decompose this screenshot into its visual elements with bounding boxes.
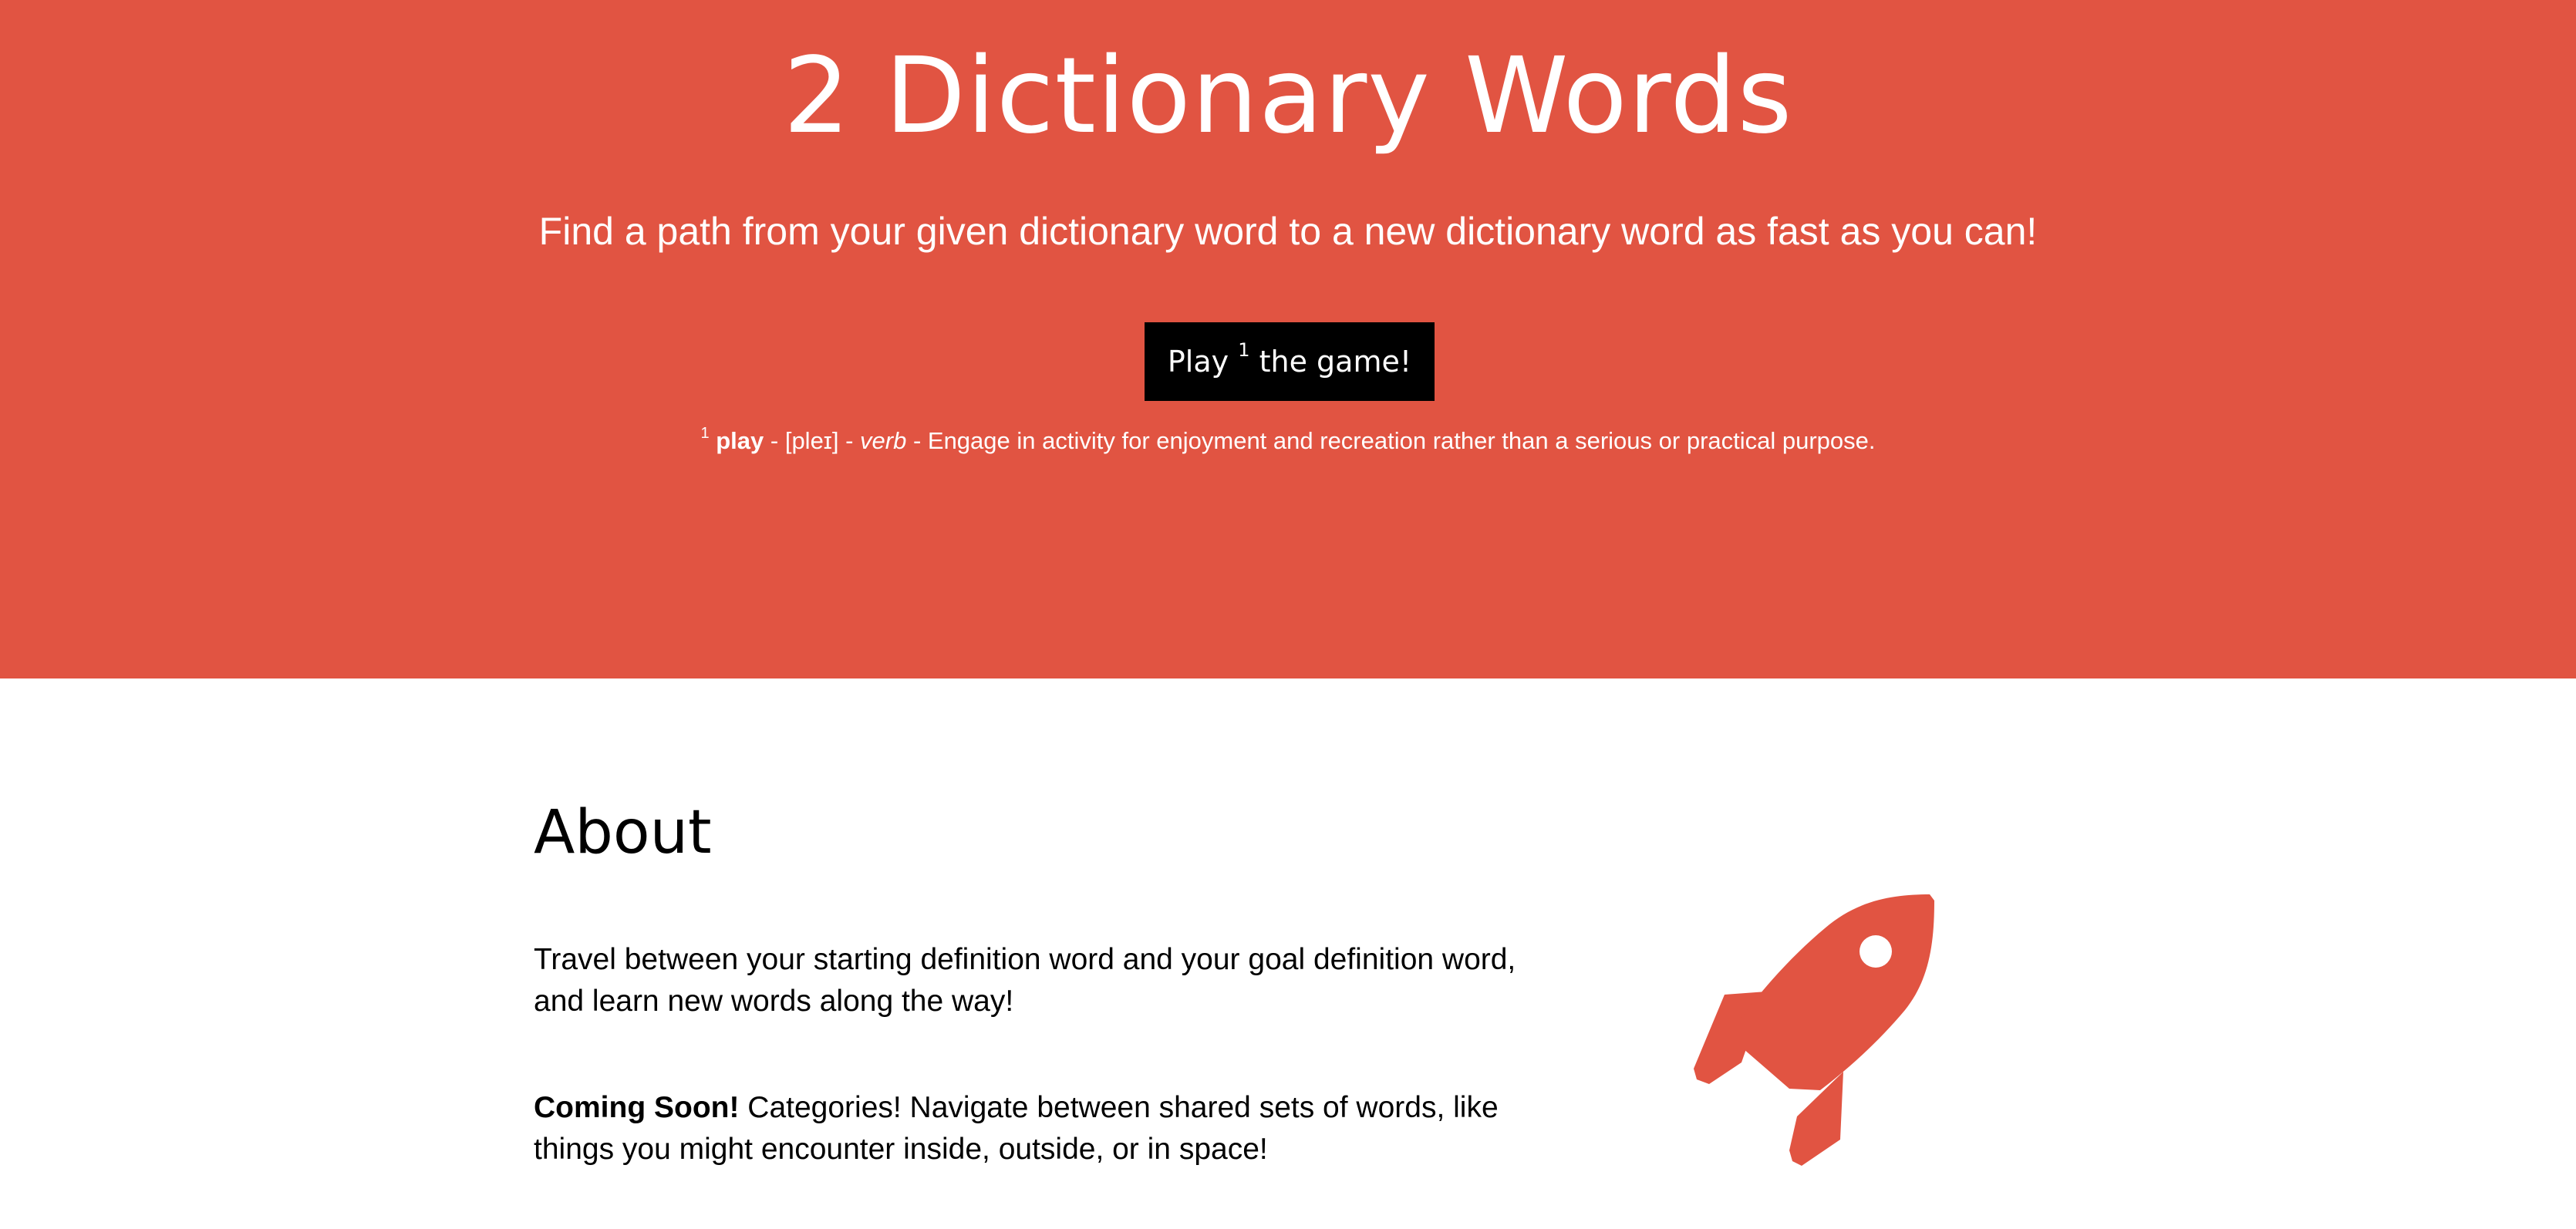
page-title: 2 Dictionary Words [783, 35, 1793, 157]
play-button-label-start: Play [1167, 345, 1229, 379]
footnote-pronunciation: [pleɪ] [784, 427, 839, 454]
hero-subtitle: Find a path from your given dictionary w… [538, 210, 2038, 253]
rocket-icon [1694, 894, 1934, 1166]
coming-soon-label: Coming Soon! [534, 1091, 740, 1124]
about-paragraph-coming-soon: Coming Soon! Categories! Navigate betwee… [534, 1087, 1552, 1170]
about-heading: About [534, 798, 712, 867]
footnote-part-of-speech: verb [860, 427, 907, 454]
play-button-footnote-marker: 1 [1238, 339, 1250, 361]
footnote-separator-2: - [838, 427, 861, 454]
rocket-window [1860, 935, 1892, 968]
play-button-label-end: the game! [1259, 345, 1412, 379]
about-paragraph-travel: Travel between your starting definition … [534, 943, 1516, 1018]
footnote-word: play [716, 427, 764, 454]
hero-banner: 2 Dictionary Words Find a path from your… [0, 0, 2576, 678]
footnote-definition: - Engage in activity for enjoyment and r… [906, 427, 1876, 454]
rocket-body [1741, 894, 1934, 1090]
play-game-button[interactable]: Play 1 the game! [1145, 322, 1435, 401]
footnote-separator-1: - [764, 427, 785, 454]
footnote-marker: 1 [700, 425, 710, 442]
play-definition-footnote: 1 play - [pleɪ] - verb - Engage in activ… [0, 423, 2576, 460]
